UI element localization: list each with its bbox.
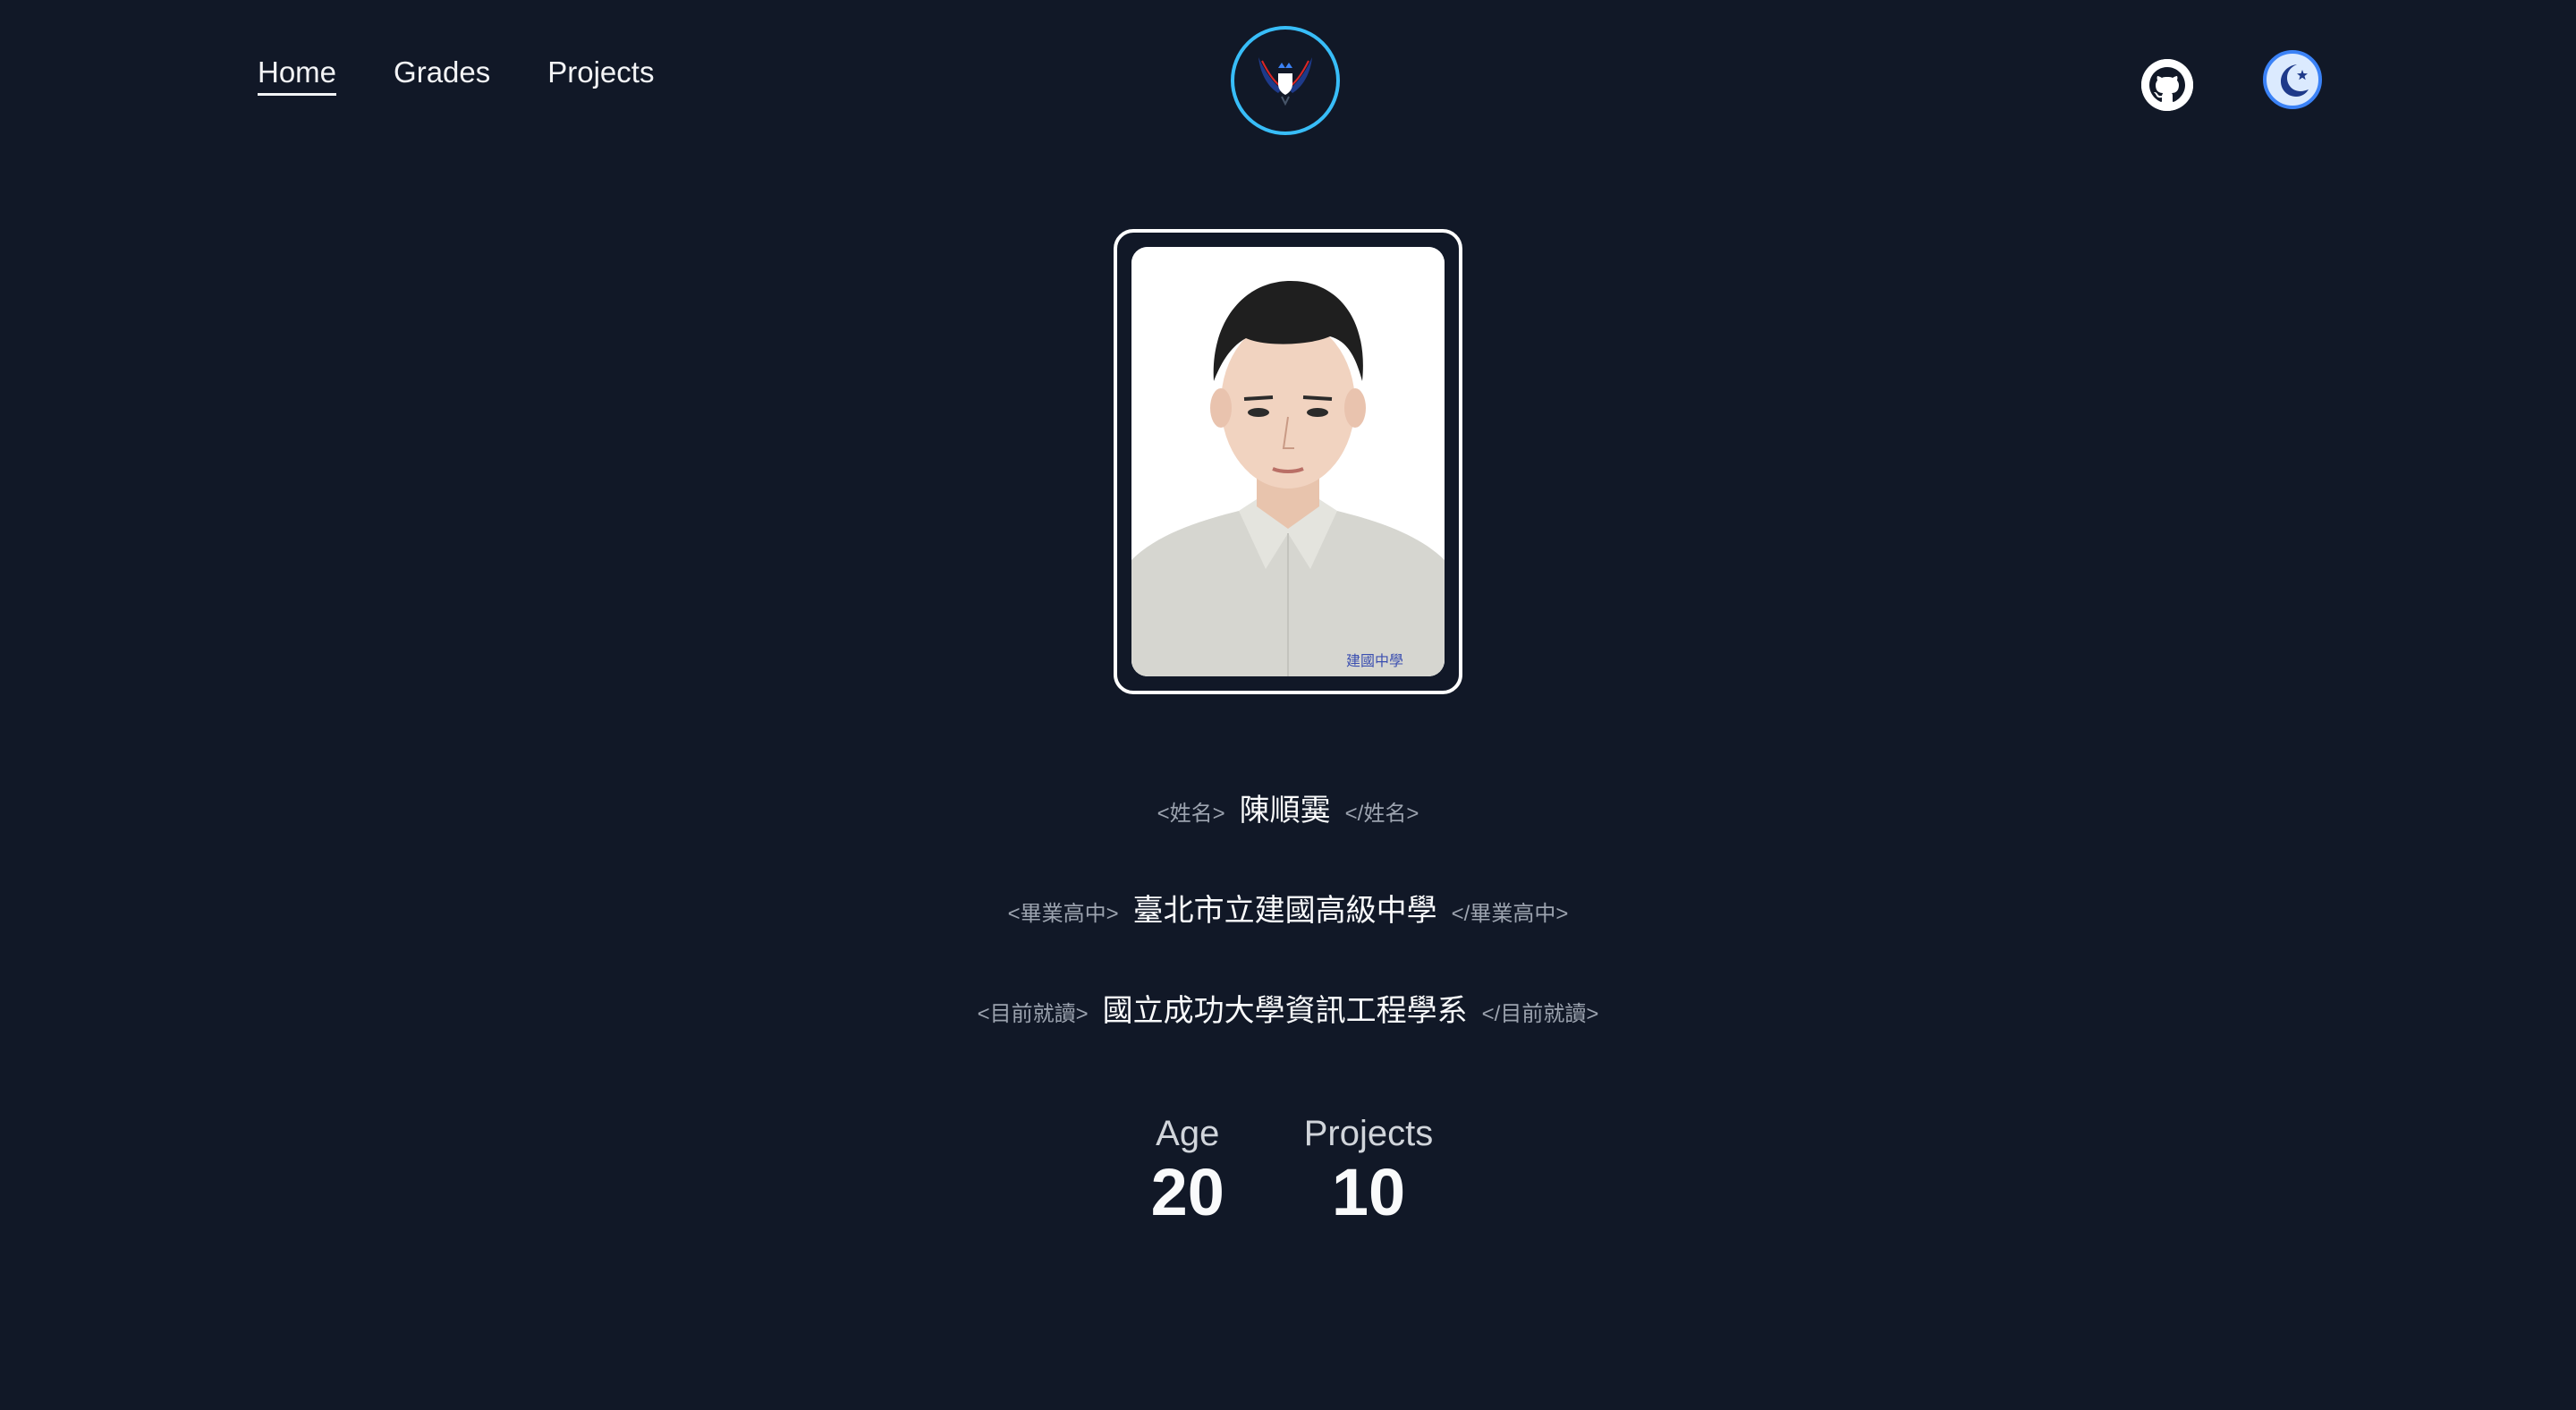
high-school-close-tag: </畢業高中> — [1451, 902, 1569, 926]
moon-star-icon — [2281, 64, 2309, 97]
nav-home[interactable]: Home — [258, 55, 337, 96]
theme-toggle-button[interactable] — [2263, 50, 2322, 109]
main-nav: Home Grades Projects — [258, 55, 654, 96]
current-school-close-tag: </目前就讀> — [1481, 1002, 1599, 1026]
site-logo[interactable] — [1231, 26, 1340, 135]
stat-age: Age 20 — [1143, 1114, 1233, 1226]
nav-projects[interactable]: Projects — [547, 55, 654, 96]
stat-age-value: 20 — [1150, 1155, 1224, 1229]
stat-projects-label: Projects — [1303, 1114, 1434, 1153]
name-close-tag: </姓名> — [1344, 802, 1419, 826]
current-school-line: <目前就讀> 國立成功大學資訊工程學系 </目前就讀> — [0, 986, 2576, 1030]
github-icon — [2141, 59, 2193, 111]
profile-photo: 建國中學 — [1131, 247, 1445, 676]
nav-grades[interactable]: Grades — [394, 55, 490, 96]
stat-projects: Projects 10 — [1304, 1114, 1434, 1226]
current-school-open-tag: <目前就讀> — [977, 1002, 1089, 1026]
high-school-value: 臺北市立建國高級中學 — [1132, 894, 1437, 928]
photo-stamp: 建國中學 — [1346, 652, 1403, 669]
stat-projects-value: 10 — [1331, 1155, 1406, 1229]
eagle-emblem-icon — [1258, 57, 1312, 106]
stat-age-label: Age — [1156, 1114, 1220, 1153]
page: Home Grades Projects 建國中學 <姓名> 陳順霙 </姓名>… — [0, 0, 2576, 1410]
name-value: 陳順霙 — [1239, 794, 1331, 828]
stats-panel: Age 20 Projects 10 — [0, 1114, 2576, 1226]
profile-photo-frame: 建國中學 — [1114, 229, 1462, 694]
github-link[interactable] — [2141, 59, 2193, 111]
high-school-open-tag: <畢業高中> — [1007, 902, 1119, 926]
portrait-image: 建國中學 — [1131, 247, 1445, 676]
current-school-value: 國立成功大學資訊工程學系 — [1102, 994, 1468, 1028]
name-open-tag: <姓名> — [1157, 802, 1225, 826]
name-line: <姓名> 陳順霙 </姓名> — [0, 786, 2576, 829]
high-school-line: <畢業高中> 臺北市立建國高級中學 </畢業高中> — [0, 886, 2576, 930]
